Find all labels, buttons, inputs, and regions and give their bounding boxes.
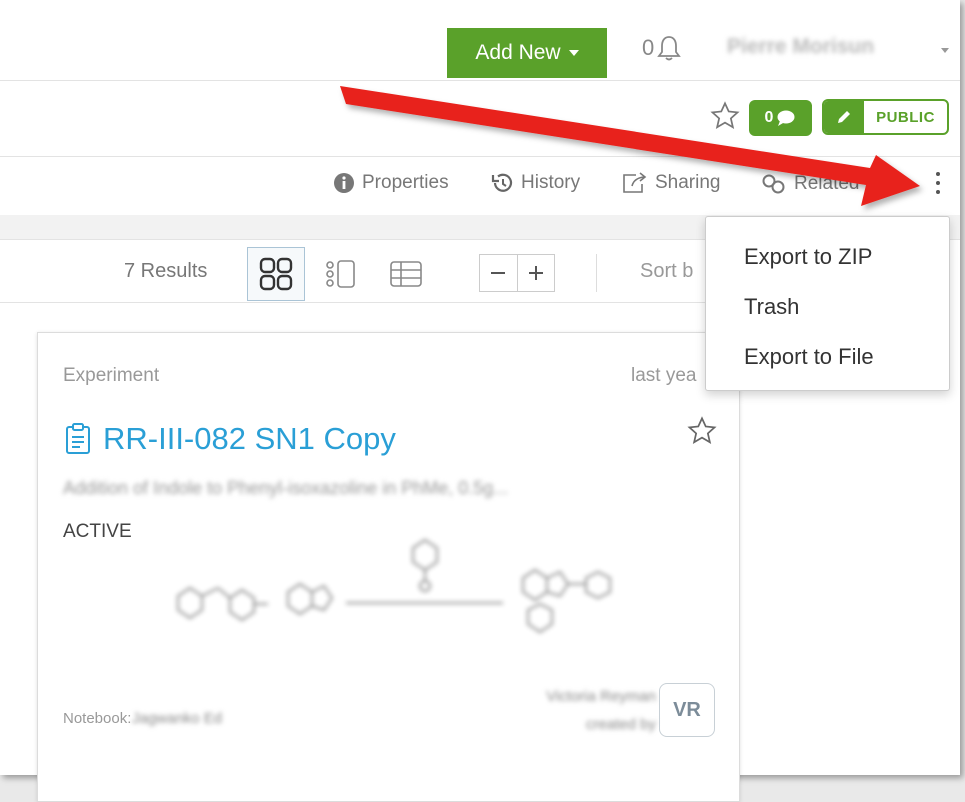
more-options-icon[interactable] <box>934 172 942 194</box>
sort-by-dropdown[interactable]: Sort b <box>640 260 693 283</box>
visibility-badge[interactable]: PUBLIC <box>822 99 949 135</box>
status-label: ACTIVE <box>63 521 132 542</box>
notification-count: 0 <box>642 35 655 60</box>
link-icon <box>762 174 785 194</box>
history-icon <box>491 173 513 192</box>
more-options-menu: Export to ZIP Trash Export to File <box>705 216 950 391</box>
tab-sharing[interactable]: Sharing <box>622 172 721 194</box>
app-window: Add New 0 Pierre Morisun 0 PUBLIC Proper… <box>0 0 960 802</box>
card-favorite-star-icon[interactable] <box>686 415 718 447</box>
share-icon <box>623 172 647 193</box>
pencil-icon <box>824 101 864 133</box>
user-menu-caret-icon[interactable] <box>941 48 949 53</box>
bell-icon <box>657 36 682 61</box>
notifications[interactable]: 0 <box>642 34 682 62</box>
card-type: Experiment <box>63 365 160 386</box>
plus-icon <box>528 266 543 280</box>
card-date: last yea <box>631 365 697 386</box>
notebook-label: Notebook: <box>63 710 132 727</box>
tab-related[interactable]: Related <box>761 172 860 196</box>
favorite-star-icon[interactable] <box>709 100 741 132</box>
experiment-card[interactable]: Experiment last yea RR-III-082 SN1 Copy … <box>37 332 740 802</box>
toolbar-divider <box>596 254 597 292</box>
reaction-scheme-image <box>177 538 611 634</box>
visibility-label: PUBLIC <box>876 108 935 126</box>
add-new-label: Add New <box>475 41 561 64</box>
comment-icon <box>777 110 795 126</box>
avatar[interactable]: VR <box>659 683 715 737</box>
card-title-link[interactable]: RR-III-082 SN1 Copy <box>65 421 396 457</box>
caret-down-icon <box>568 50 579 56</box>
owner-info: Victoria Reyman created by <box>486 683 656 739</box>
table-view-button[interactable] <box>377 247 435 301</box>
tab-properties[interactable]: Properties <box>333 172 449 194</box>
divider <box>0 302 705 303</box>
owner-name: Victoria Reyman <box>546 688 656 705</box>
table-view-icon <box>390 261 422 287</box>
zoom-in-button[interactable] <box>516 255 555 291</box>
clipboard-icon <box>66 423 90 454</box>
grid-view-icon <box>259 257 293 291</box>
zoom-controls <box>479 254 555 292</box>
list-view-button[interactable] <box>312 247 370 301</box>
menu-item-trash[interactable]: Trash <box>744 294 799 320</box>
minus-icon <box>491 272 506 274</box>
divider <box>0 80 960 81</box>
owner-role: created by <box>585 716 656 733</box>
info-icon <box>334 173 354 193</box>
add-new-button[interactable]: Add New <box>447 28 607 78</box>
user-name[interactable]: Pierre Morisun <box>727 35 874 59</box>
zoom-out-button[interactable] <box>480 255 517 291</box>
list-view-icon <box>326 260 355 288</box>
tab-sharing-label: Sharing <box>655 172 721 193</box>
comment-count: 0 <box>764 109 774 126</box>
results-count: 7 Results <box>124 260 208 282</box>
menu-item-export-file[interactable]: Export to File <box>744 344 874 370</box>
card-description: Addition of Indole to Phenyl-isoxazoline… <box>63 478 509 498</box>
card-title: RR-III-082 SN1 Copy <box>103 421 396 456</box>
tab-related-label: Related <box>794 173 860 194</box>
tab-properties-label: Properties <box>362 172 449 193</box>
menu-item-export-zip[interactable]: Export to ZIP <box>744 244 872 270</box>
grid-view-button[interactable] <box>247 247 305 301</box>
comment-badge[interactable]: 0 <box>749 100 812 136</box>
notebook-value[interactable]: Jagwanko Ed <box>132 710 222 727</box>
divider <box>0 156 960 157</box>
tab-history[interactable]: History <box>490 172 580 194</box>
tab-history-label: History <box>521 172 581 193</box>
